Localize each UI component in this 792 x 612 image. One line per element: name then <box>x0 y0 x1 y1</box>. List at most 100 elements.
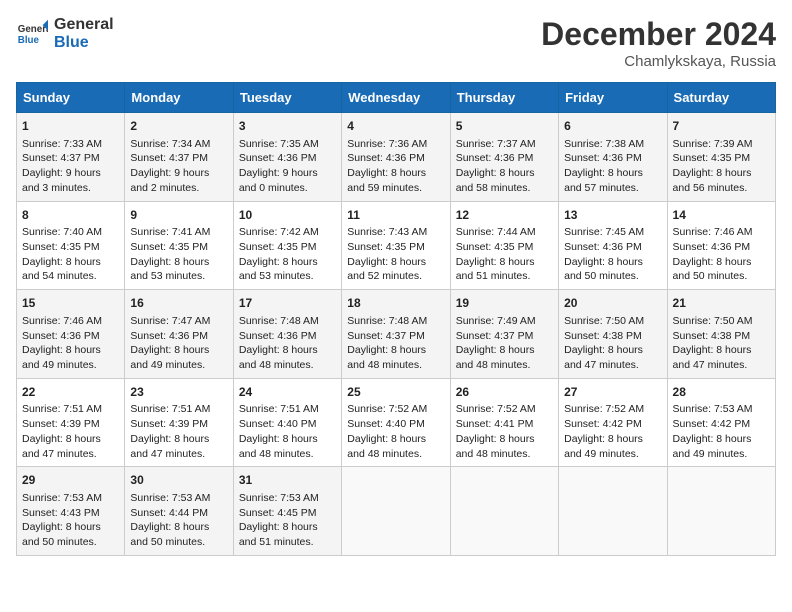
day-info: Sunrise: 7:51 AMSunset: 4:39 PMDaylight:… <box>22 402 119 461</box>
day-info: Sunrise: 7:36 AMSunset: 4:36 PMDaylight:… <box>347 137 444 196</box>
calendar-cell <box>450 467 558 556</box>
calendar-cell: 19Sunrise: 7:49 AMSunset: 4:37 PMDayligh… <box>450 290 558 379</box>
day-number: 27 <box>564 384 661 401</box>
day-info: Sunrise: 7:53 AMSunset: 4:43 PMDaylight:… <box>22 491 119 550</box>
day-number: 7 <box>673 118 770 135</box>
day-number: 13 <box>564 207 661 224</box>
day-info: Sunrise: 7:38 AMSunset: 4:36 PMDaylight:… <box>564 137 661 196</box>
weekday-header-row: SundayMondayTuesdayWednesdayThursdayFrid… <box>17 83 776 113</box>
day-info: Sunrise: 7:47 AMSunset: 4:36 PMDaylight:… <box>130 314 227 373</box>
calendar-cell: 15 Sunrise: 7:46 AMSunset: 4:36 PMDayligh… <box>17 290 125 379</box>
day-info: Sunrise: 7:33 AMSunset: 4:37 PMDaylight:… <box>22 137 119 196</box>
calendar-cell: 5 Sunrise: 7:37 AMSunset: 4:36 PMDaylight… <box>450 113 558 202</box>
weekday-header: Saturday <box>667 83 775 113</box>
calendar-week-row: 1Sunrise: 7:33 AMSunset: 4:37 PMDaylight… <box>17 113 776 202</box>
day-number: 6 <box>564 118 661 135</box>
day-info: Sunrise: 7:42 AMSunset: 4:35 PMDaylight:… <box>239 225 336 284</box>
calendar-cell: 6 Sunrise: 7:38 AMSunset: 4:36 PMDaylight… <box>559 113 667 202</box>
day-info: Sunrise: 7:41 AMSunset: 4:35 PMDaylight:… <box>130 225 227 284</box>
calendar-cell: 13Sunrise: 7:45 AMSunset: 4:36 PMDayligh… <box>559 201 667 290</box>
calendar-cell: 30 Sunrise: 7:53 AMSunset: 4:44 PMDayligh… <box>125 467 233 556</box>
calendar-cell: 18 Sunrise: 7:48 AMSunset: 4:37 PMDayligh… <box>342 290 450 379</box>
day-info: Sunrise: 7:53 AMSunset: 4:45 PMDaylight:… <box>239 491 336 550</box>
title-block: December 2024 Chamlykskaya, Russia <box>541 16 776 70</box>
calendar-cell: 23Sunrise: 7:51 AMSunset: 4:39 PMDayligh… <box>125 378 233 467</box>
day-info: Sunrise: 7:50 AMSunset: 4:38 PMDaylight:… <box>564 314 661 373</box>
calendar-cell: 14Sunrise: 7:46 AMSunset: 4:36 PMDayligh… <box>667 201 775 290</box>
day-number: 12 <box>456 207 553 224</box>
calendar-week-row: 8Sunrise: 7:40 AMSunset: 4:35 PMDaylight… <box>17 201 776 290</box>
calendar-cell <box>667 467 775 556</box>
day-info: Sunrise: 7:53 AMSunset: 4:42 PMDaylight:… <box>673 402 770 461</box>
calendar-cell: 11Sunrise: 7:43 AMSunset: 4:35 PMDayligh… <box>342 201 450 290</box>
day-number: 9 <box>130 207 227 224</box>
day-number: 25 <box>347 384 444 401</box>
day-number: 14 <box>673 207 770 224</box>
location: Chamlykskaya, Russia <box>541 53 776 70</box>
calendar-cell: 8Sunrise: 7:40 AMSunset: 4:35 PMDaylight… <box>17 201 125 290</box>
day-number: 16 <box>130 295 227 312</box>
day-info: Sunrise: 7:45 AMSunset: 4:36 PMDaylight:… <box>564 225 661 284</box>
day-number: 8 <box>22 207 119 224</box>
weekday-header: Friday <box>559 83 667 113</box>
day-info: Sunrise: 7:48 AMSunset: 4:37 PMDaylight:… <box>347 314 444 373</box>
day-number: 3 <box>239 118 336 135</box>
day-number: 30 <box>130 472 227 489</box>
page-header: General Blue General Blue December 2024 … <box>16 16 776 70</box>
calendar-cell: 29 Sunrise: 7:53 AMSunset: 4:43 PMDayligh… <box>17 467 125 556</box>
weekday-header: Monday <box>125 83 233 113</box>
day-number: 18 <box>347 295 444 312</box>
calendar-cell: 31Sunrise: 7:53 AMSunset: 4:45 PMDayligh… <box>233 467 341 556</box>
day-info: Sunrise: 7:34 AMSunset: 4:37 PMDaylight:… <box>130 137 227 196</box>
day-info: Sunrise: 7:35 AMSunset: 4:36 PMDaylight:… <box>239 137 336 196</box>
day-info: Sunrise: 7:40 AMSunset: 4:35 PMDaylight:… <box>22 225 119 284</box>
day-number: 29 <box>22 472 119 489</box>
logo-wordmark: General Blue <box>54 16 114 51</box>
day-number: 5 <box>456 118 553 135</box>
day-info: Sunrise: 7:52 AMSunset: 4:41 PMDaylight:… <box>456 402 553 461</box>
calendar-cell: 1Sunrise: 7:33 AMSunset: 4:37 PMDaylight… <box>17 113 125 202</box>
weekday-header: Wednesday <box>342 83 450 113</box>
day-number: 26 <box>456 384 553 401</box>
calendar-week-row: 15 Sunrise: 7:46 AMSunset: 4:36 PMDayligh… <box>17 290 776 379</box>
calendar-cell: 3 Sunrise: 7:35 AMSunset: 4:36 PMDaylight… <box>233 113 341 202</box>
day-info: Sunrise: 7:46 AMSunset: 4:36 PMDaylight:… <box>22 314 119 373</box>
calendar-cell: 27Sunrise: 7:52 AMSunset: 4:42 PMDayligh… <box>559 378 667 467</box>
day-number: 19 <box>456 295 553 312</box>
calendar-cell: 24Sunrise: 7:51 AMSunset: 4:40 PMDayligh… <box>233 378 341 467</box>
day-info: Sunrise: 7:52 AMSunset: 4:42 PMDaylight:… <box>564 402 661 461</box>
day-info: Sunrise: 7:48 AMSunset: 4:36 PMDaylight:… <box>239 314 336 373</box>
day-number: 4 <box>347 118 444 135</box>
day-number: 23 <box>130 384 227 401</box>
logo-blue: Blue <box>54 34 114 52</box>
day-number: 28 <box>673 384 770 401</box>
day-number: 11 <box>347 207 444 224</box>
calendar-cell: 9Sunrise: 7:41 AMSunset: 4:35 PMDaylight… <box>125 201 233 290</box>
calendar-cell: 10Sunrise: 7:42 AMSunset: 4:35 PMDayligh… <box>233 201 341 290</box>
logo-icon: General Blue <box>16 18 48 50</box>
day-info: Sunrise: 7:43 AMSunset: 4:35 PMDaylight:… <box>347 225 444 284</box>
logo-general: General <box>54 16 114 34</box>
calendar-cell <box>559 467 667 556</box>
calendar-cell <box>342 467 450 556</box>
month-title: December 2024 <box>541 16 776 53</box>
day-number: 10 <box>239 207 336 224</box>
day-number: 15 <box>22 295 119 312</box>
calendar-week-row: 29 Sunrise: 7:53 AMSunset: 4:43 PMDayligh… <box>17 467 776 556</box>
day-info: Sunrise: 7:53 AMSunset: 4:44 PMDaylight:… <box>130 491 227 550</box>
day-info: Sunrise: 7:37 AMSunset: 4:36 PMDaylight:… <box>456 137 553 196</box>
calendar-week-row: 22Sunrise: 7:51 AMSunset: 4:39 PMDayligh… <box>17 378 776 467</box>
calendar-cell: 12Sunrise: 7:44 AMSunset: 4:35 PMDayligh… <box>450 201 558 290</box>
weekday-header: Sunday <box>17 83 125 113</box>
day-number: 22 <box>22 384 119 401</box>
weekday-header: Thursday <box>450 83 558 113</box>
calendar-cell: 21Sunrise: 7:50 AMSunset: 4:38 PMDayligh… <box>667 290 775 379</box>
day-info: Sunrise: 7:51 AMSunset: 4:40 PMDaylight:… <box>239 402 336 461</box>
svg-text:Blue: Blue <box>18 34 40 45</box>
calendar-cell: 22Sunrise: 7:51 AMSunset: 4:39 PMDayligh… <box>17 378 125 467</box>
day-info: Sunrise: 7:44 AMSunset: 4:35 PMDaylight:… <box>456 225 553 284</box>
calendar-cell: 2 Sunrise: 7:34 AMSunset: 4:37 PMDaylight… <box>125 113 233 202</box>
day-number: 24 <box>239 384 336 401</box>
day-number: 2 <box>130 118 227 135</box>
calendar-table: SundayMondayTuesdayWednesdayThursdayFrid… <box>16 82 776 556</box>
